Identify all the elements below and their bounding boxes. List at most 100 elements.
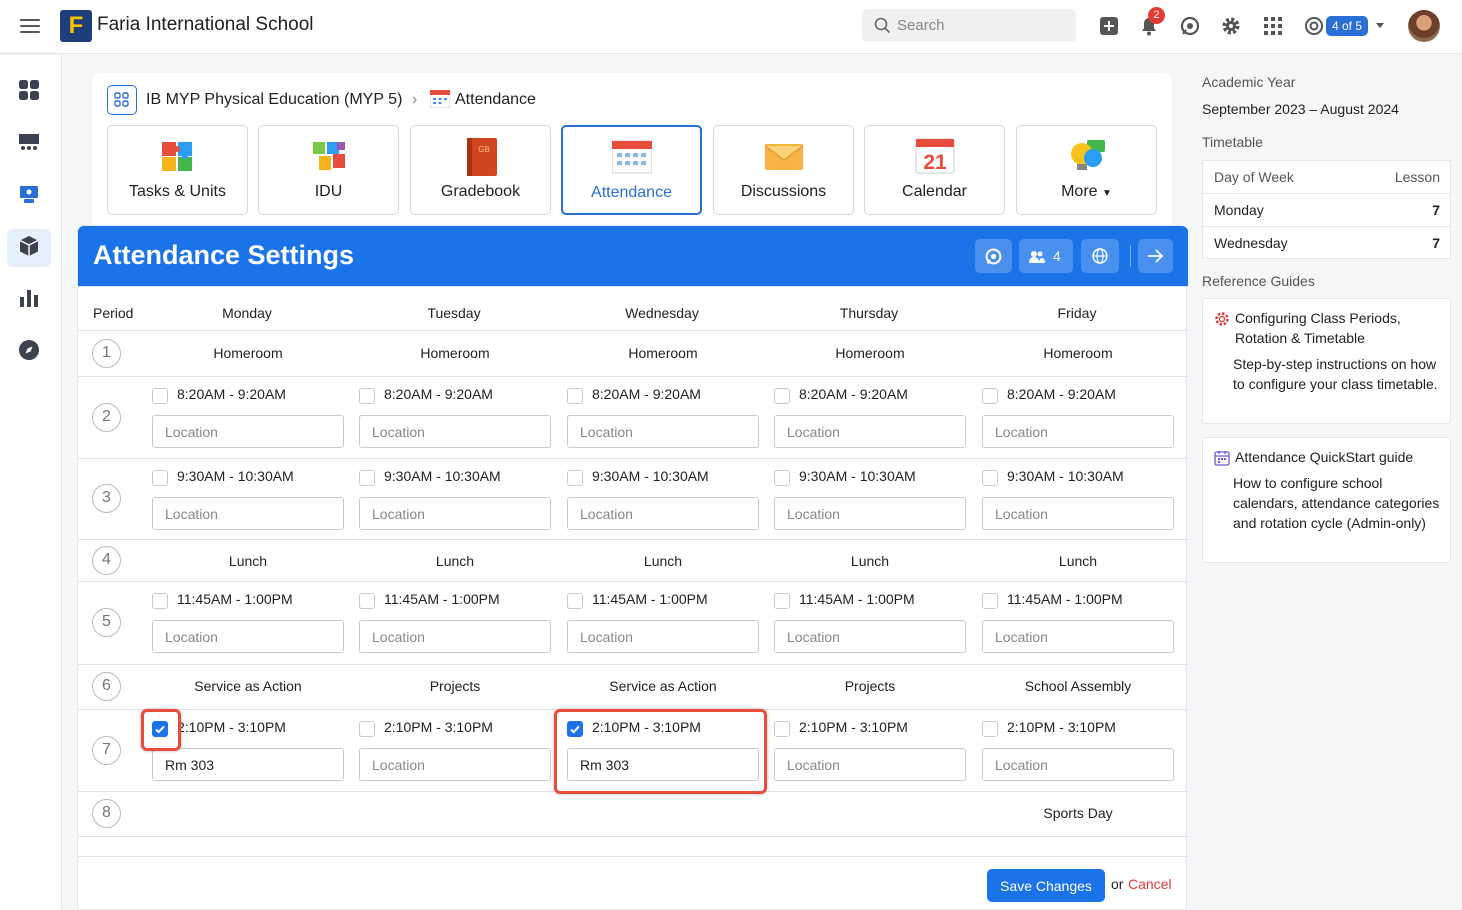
dashboard-icon[interactable] [18, 79, 40, 101]
puzzle-icon [161, 142, 192, 171]
timetable-header: Day of Week Lesson [1203, 161, 1450, 194]
tab-label: Gradebook [440, 183, 521, 200]
period-checkbox[interactable] [774, 721, 790, 737]
classes-icon[interactable] [18, 131, 40, 153]
period-checkbox[interactable] [982, 721, 998, 737]
chat-button[interactable] [975, 239, 1012, 273]
location-field[interactable] [567, 497, 759, 530]
cancel-link[interactable]: Cancel [1128, 876, 1172, 892]
location-field[interactable] [567, 415, 759, 448]
tab-idu[interactable]: IDU [258, 125, 399, 215]
row-divider [78, 330, 1188, 331]
globe-button[interactable] [1081, 239, 1119, 273]
envelope-icon [764, 144, 803, 170]
guide-title[interactable]: Attendance QuickStart guide [1235, 447, 1445, 467]
school-name[interactable]: Faria International School [97, 14, 314, 36]
members-button[interactable]: 4 [1019, 239, 1073, 273]
tab-gradebook[interactable]: GB Gradebook [410, 125, 551, 215]
guide-title[interactable]: Configuring Class Periods, Rotation & Ti… [1235, 308, 1445, 348]
location-field[interactable] [774, 415, 966, 448]
course-grid-icon[interactable] [107, 85, 137, 115]
help-lifebuoy-icon[interactable] [1303, 15, 1325, 37]
location-field[interactable] [982, 415, 1174, 448]
period-checkbox[interactable] [774, 470, 790, 486]
period-checkbox[interactable] [359, 470, 375, 486]
location-field[interactable] [774, 748, 966, 781]
box-icon[interactable] [18, 235, 40, 257]
top-bar: F Faria International School Search 2 4 … [0, 0, 1462, 54]
tab-calendar[interactable]: 21 Calendar [864, 125, 1005, 215]
tab-label: Tasks & Units [129, 183, 226, 200]
tab-tasks-units[interactable]: Tasks & Units [107, 125, 248, 215]
location-field[interactable] [567, 620, 759, 653]
footer-divider [78, 856, 1188, 857]
row-divider [78, 539, 1188, 540]
save-changes-button[interactable]: Save Changes [987, 869, 1105, 902]
period-checkbox[interactable] [982, 388, 998, 404]
timetable-row: Wednesday 7 [1203, 227, 1450, 260]
period-checkbox[interactable] [982, 593, 998, 609]
period-checkbox[interactable] [359, 721, 375, 737]
guide-card[interactable]: Configuring Class Periods, Rotation & Ti… [1202, 298, 1451, 424]
period-checkbox[interactable] [152, 470, 168, 486]
tab-more[interactable]: More ▼ [1016, 125, 1157, 215]
teacher-icon[interactable] [18, 183, 40, 205]
analytics-icon[interactable] [18, 287, 40, 309]
timetable-label: Timetable [1202, 134, 1263, 150]
location-field[interactable] [152, 748, 344, 781]
period-checkbox[interactable] [567, 470, 583, 486]
location-field[interactable] [359, 497, 551, 530]
compass-icon[interactable] [18, 339, 40, 361]
tab-discussions[interactable]: Discussions [713, 125, 854, 215]
school-logo[interactable]: F [60, 10, 92, 42]
timetable-row: Monday 7 [1203, 194, 1450, 227]
col-header-thursday: Thursday [839, 305, 899, 321]
pager-badge[interactable]: 4 of 5 [1326, 16, 1369, 36]
period-time: 11:45AM - 1:00PM [177, 591, 293, 607]
apps-grid-icon[interactable] [1262, 15, 1284, 37]
period-checkbox[interactable] [359, 388, 375, 404]
period-cell-label: Lunch [228, 553, 268, 569]
location-field[interactable] [359, 415, 551, 448]
attendance-small-icon [430, 90, 450, 108]
location-field[interactable] [359, 620, 551, 653]
tab-attendance[interactable]: Attendance [561, 125, 702, 215]
location-field[interactable] [152, 497, 344, 530]
search-input[interactable]: Search [862, 9, 1076, 42]
timetable-header-day: Day of Week [1214, 169, 1294, 185]
period-checkbox[interactable] [152, 388, 168, 404]
breadcrumb-page: Attendance [455, 91, 536, 108]
location-field[interactable] [774, 620, 966, 653]
period-checkbox[interactable] [567, 388, 583, 404]
period-checkbox[interactable] [152, 593, 168, 609]
globe-icon [1092, 248, 1108, 264]
location-field[interactable] [774, 497, 966, 530]
tab-label: Attendance [591, 184, 672, 201]
col-header-friday: Friday [1057, 305, 1097, 321]
collapse-arrow-button[interactable] [1138, 239, 1173, 273]
breadcrumb-course[interactable]: IB MYP Physical Education (MYP 5) [146, 91, 402, 109]
chat-icon[interactable] [1179, 15, 1201, 37]
period-checkbox[interactable] [359, 593, 375, 609]
location-field[interactable] [982, 748, 1174, 781]
period-cell-label: Lunch [643, 553, 683, 569]
location-field[interactable] [982, 497, 1174, 530]
breadcrumb-separator-icon: › [412, 91, 418, 108]
chevron-down-icon[interactable] [1376, 23, 1384, 28]
location-field[interactable] [152, 415, 344, 448]
period-checkbox[interactable] [774, 388, 790, 404]
location-field[interactable] [152, 620, 344, 653]
guide-card[interactable]: Attendance QuickStart guide How to confi… [1202, 437, 1451, 563]
location-field[interactable] [982, 620, 1174, 653]
period-time: 9:30AM - 10:30AM [799, 468, 916, 484]
gear-icon[interactable] [1220, 15, 1242, 37]
period-time: 9:30AM - 10:30AM [592, 468, 709, 484]
period-checkbox[interactable] [567, 593, 583, 609]
avatar[interactable] [1408, 10, 1440, 42]
period-checkbox[interactable] [774, 593, 790, 609]
add-icon[interactable] [1098, 15, 1120, 37]
menu-icon[interactable] [20, 15, 40, 39]
location-field[interactable] [359, 748, 551, 781]
reference-guides-label: Reference Guides [1202, 273, 1315, 289]
period-checkbox[interactable] [982, 470, 998, 486]
